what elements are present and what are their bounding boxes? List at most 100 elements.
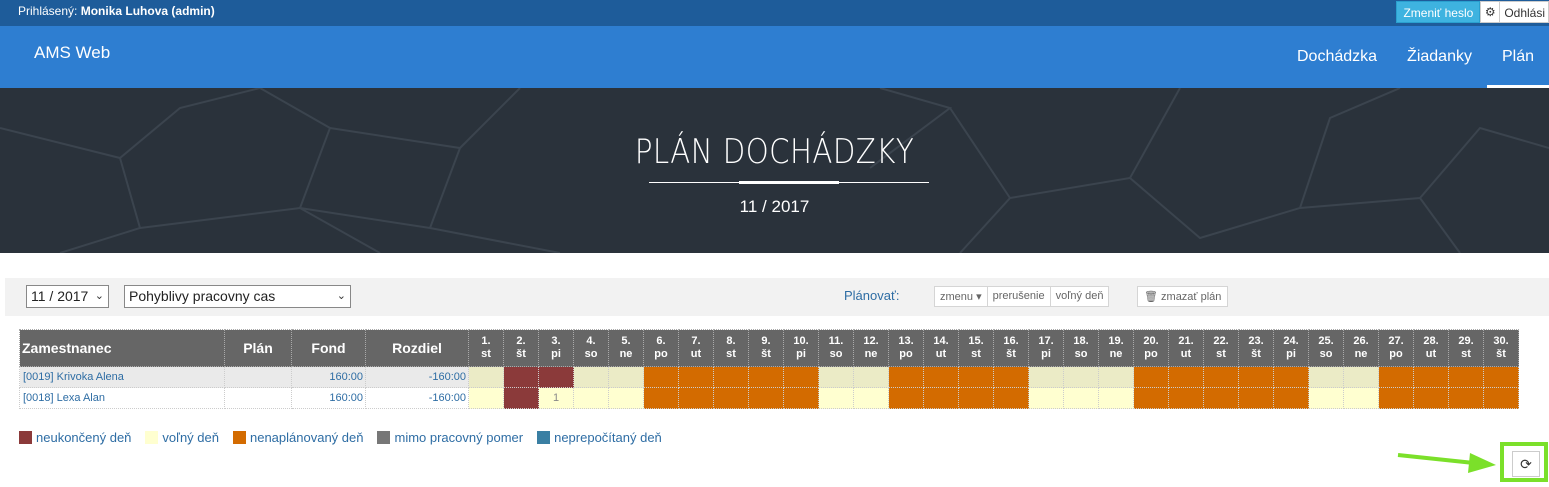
day-cell[interactable] <box>1168 366 1204 388</box>
day-cell[interactable] <box>853 366 889 388</box>
day-cell[interactable] <box>958 366 994 388</box>
day-cell[interactable] <box>1028 366 1064 388</box>
day-cell[interactable] <box>1413 387 1449 409</box>
day-cell[interactable] <box>1063 366 1099 388</box>
col-day[interactable]: 17. pi <box>1028 329 1064 367</box>
day-cell[interactable] <box>1273 387 1309 409</box>
day-cell[interactable] <box>1168 387 1204 409</box>
day-cell[interactable] <box>1343 387 1379 409</box>
day-cell[interactable] <box>573 366 609 388</box>
nav-item-0[interactable]: Dochádzka <box>1282 26 1392 88</box>
col-day[interactable]: 4. so <box>573 329 609 367</box>
col-day[interactable]: 5. ne <box>608 329 644 367</box>
col-day[interactable]: 11. so <box>818 329 854 367</box>
day-cell[interactable] <box>468 366 504 388</box>
col-day[interactable]: 10. pi <box>783 329 819 367</box>
day-cell[interactable] <box>1378 366 1414 388</box>
day-cell[interactable] <box>1098 387 1134 409</box>
day-cell[interactable] <box>888 387 924 409</box>
day-cell[interactable] <box>923 366 959 388</box>
col-plan[interactable]: Plán <box>224 329 292 367</box>
day-cell[interactable] <box>888 366 924 388</box>
col-day[interactable]: 15. st <box>958 329 994 367</box>
day-cell[interactable] <box>818 366 854 388</box>
col-day[interactable]: 27. po <box>1378 329 1414 367</box>
day-cell[interactable] <box>1308 366 1344 388</box>
day-cell[interactable] <box>1273 366 1309 388</box>
day-cell[interactable] <box>678 366 714 388</box>
col-day[interactable]: 6. po <box>643 329 679 367</box>
col-day[interactable]: 1. st <box>468 329 504 367</box>
delete-plan-button[interactable]: 🗑 zmazať plán <box>1137 286 1229 307</box>
day-cell[interactable]: 1 <box>538 387 574 409</box>
day-cell[interactable] <box>608 366 644 388</box>
day-cell[interactable] <box>783 366 819 388</box>
day-cell[interactable] <box>818 387 854 409</box>
col-day[interactable]: 21. ut <box>1168 329 1204 367</box>
nav-item-1[interactable]: Žiadanky <box>1392 26 1487 88</box>
day-cell[interactable] <box>1063 387 1099 409</box>
day-cell[interactable] <box>1308 387 1344 409</box>
day-cell[interactable] <box>643 366 679 388</box>
day-cell[interactable] <box>1238 387 1274 409</box>
day-cell[interactable] <box>1483 366 1519 388</box>
day-cell[interactable] <box>1203 366 1239 388</box>
plan-free-day-button[interactable]: voľný deň <box>1050 286 1110 307</box>
day-cell[interactable] <box>1203 387 1239 409</box>
col-day[interactable]: 20. po <box>1133 329 1169 367</box>
col-day[interactable]: 2. št <box>503 329 539 367</box>
col-day[interactable]: 24. pi <box>1273 329 1309 367</box>
col-day[interactable]: 7. ut <box>678 329 714 367</box>
day-cell[interactable] <box>993 366 1029 388</box>
day-cell[interactable] <box>503 366 539 388</box>
col-day[interactable]: 25. so <box>1308 329 1344 367</box>
day-cell[interactable] <box>748 387 784 409</box>
day-cell[interactable] <box>783 387 819 409</box>
col-day[interactable]: 30. št <box>1483 329 1519 367</box>
logout-button[interactable]: Odhlási <box>1500 1 1549 23</box>
plan-shift-button[interactable]: zmenu ▾ <box>934 286 988 307</box>
col-day[interactable]: 26. ne <box>1343 329 1379 367</box>
day-cell[interactable] <box>713 366 749 388</box>
day-cell[interactable] <box>1133 387 1169 409</box>
day-cell[interactable] <box>1413 366 1449 388</box>
day-cell[interactable] <box>958 387 994 409</box>
employee-name-link[interactable]: [0019] Krivoka Alena <box>19 366 225 388</box>
day-cell[interactable] <box>923 387 959 409</box>
change-password-button[interactable]: Zmeniť heslo <box>1396 1 1481 23</box>
day-cell[interactable] <box>1238 366 1274 388</box>
col-day[interactable]: 14. ut <box>923 329 959 367</box>
day-cell[interactable] <box>573 387 609 409</box>
day-cell[interactable] <box>538 366 574 388</box>
day-cell[interactable] <box>503 387 539 409</box>
nav-item-2[interactable]: Plán <box>1486 26 1549 88</box>
gear-icon[interactable]: ⚙ <box>1480 1 1501 23</box>
brand[interactable]: AMS Web <box>34 43 110 63</box>
col-day[interactable]: 29. st <box>1448 329 1484 367</box>
col-day[interactable]: 13. po <box>888 329 924 367</box>
day-cell[interactable] <box>1133 366 1169 388</box>
day-cell[interactable] <box>468 387 504 409</box>
day-cell[interactable] <box>643 387 679 409</box>
day-cell[interactable] <box>1448 366 1484 388</box>
day-cell[interactable] <box>608 387 644 409</box>
day-cell[interactable] <box>1028 387 1064 409</box>
day-cell[interactable] <box>748 366 784 388</box>
col-fond[interactable]: Fond <box>291 329 366 367</box>
schedule-select[interactable]: Pohyblivy pracovny cas ⌄ <box>124 285 351 308</box>
col-day[interactable]: 19. ne <box>1098 329 1134 367</box>
day-cell[interactable] <box>853 387 889 409</box>
col-day[interactable]: 3. pi <box>538 329 574 367</box>
col-difference[interactable]: Rozdiel <box>365 329 469 367</box>
day-cell[interactable] <box>993 387 1029 409</box>
day-cell[interactable] <box>1448 387 1484 409</box>
col-day[interactable]: 18. so <box>1063 329 1099 367</box>
col-day[interactable]: 22. st <box>1203 329 1239 367</box>
day-cell[interactable] <box>1343 366 1379 388</box>
col-day[interactable]: 9. št <box>748 329 784 367</box>
day-cell[interactable] <box>678 387 714 409</box>
col-day[interactable]: 28. ut <box>1413 329 1449 367</box>
refresh-button[interactable]: ⟳ <box>1512 451 1540 477</box>
day-cell[interactable] <box>1483 387 1519 409</box>
day-cell[interactable] <box>1098 366 1134 388</box>
